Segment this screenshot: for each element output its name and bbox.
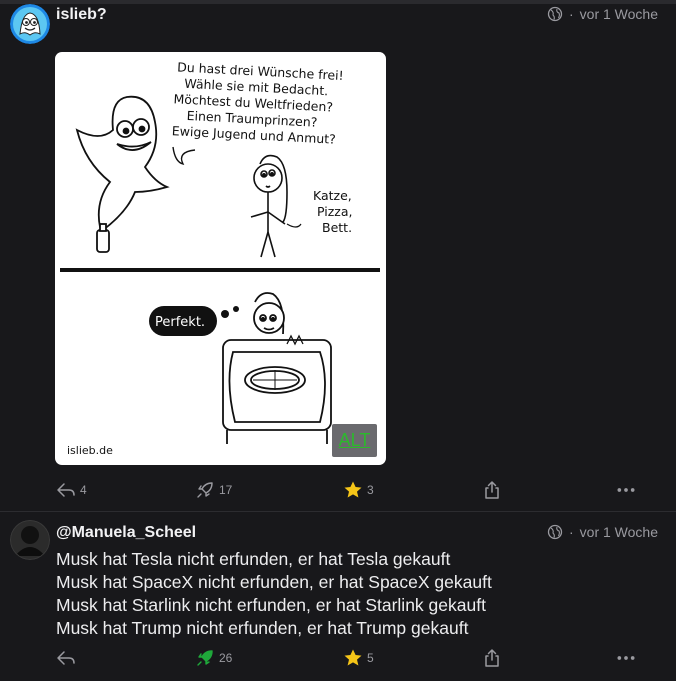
star-icon — [344, 649, 362, 666]
post-text: Musk hat Tesla nicht erfunden, er hat Te… — [56, 548, 656, 640]
avatar[interactable] — [10, 4, 50, 44]
reply-button[interactable] — [56, 645, 80, 671]
author-name[interactable]: @Manuela_Scheel — [56, 524, 196, 542]
favourite-button[interactable]: 3 — [343, 477, 374, 503]
post-meta: · vor 1 Woche — [547, 524, 658, 540]
more-icon — [617, 656, 635, 660]
reply-count: 4 — [80, 483, 87, 497]
post-meta: · vor 1 Woche — [547, 6, 658, 22]
favourite-count: 5 — [367, 651, 374, 665]
meta-separator: · — [568, 6, 574, 22]
reply-button[interactable]: 4 — [56, 477, 87, 503]
more-button[interactable] — [616, 645, 636, 671]
boost-button[interactable]: 17 — [195, 477, 232, 503]
author-name[interactable]: islieb? — [56, 6, 107, 24]
bed-scene — [222, 292, 332, 444]
share-icon — [485, 649, 499, 667]
alt-text-button[interactable]: ALT — [332, 424, 377, 457]
girl-figure — [250, 154, 288, 258]
text-line: Musk hat SpaceX nicht erfunden, er hat S… — [56, 572, 492, 592]
post-actions: 26 5 — [0, 645, 676, 671]
comic-signature: islieb.de — [67, 444, 113, 457]
boost-icon — [197, 482, 213, 498]
star-icon — [344, 481, 362, 498]
post-time[interactable]: vor 1 Woche — [580, 6, 658, 22]
reply-icon — [57, 651, 75, 665]
ghost-figure — [75, 95, 170, 253]
post-manuela-scheel[interactable]: @Manuela_Scheel · vor 1 Woche Musk hat T… — [0, 512, 676, 681]
favourite-button[interactable]: 5 — [343, 645, 374, 671]
globe-icon — [547, 524, 563, 540]
thought-text: Perfekt. — [155, 315, 205, 330]
speech-bubble-fairy: Du hast drei Wünsche frei! Wähle sie mit… — [172, 59, 345, 146]
boost-count: 17 — [219, 483, 233, 497]
text-line: Musk hat Starlink nicht erfunden, er hat… — [56, 595, 486, 615]
share-button[interactable] — [482, 477, 502, 503]
speech-line: Bett. — [322, 220, 352, 235]
more-button[interactable] — [616, 477, 636, 503]
speech-line: Pizza, — [317, 204, 353, 219]
avatar[interactable] — [10, 520, 50, 560]
boost-icon — [197, 650, 213, 666]
text-line: Musk hat Trump nicht erfunden, er hat Tr… — [56, 618, 469, 638]
text-line: Musk hat Tesla nicht erfunden, er hat Te… — [56, 549, 451, 569]
share-icon — [485, 481, 499, 499]
more-icon — [617, 488, 635, 492]
post-islieb[interactable]: islieb? · vor 1 Woche Du hast drei Wünsc… — [0, 0, 676, 512]
reply-icon — [57, 483, 75, 497]
post-actions: 4 17 3 — [0, 477, 676, 503]
boost-button[interactable]: 26 — [195, 645, 232, 671]
speech-line: Katze, — [313, 188, 352, 203]
share-button[interactable] — [482, 645, 502, 671]
panel-divider — [60, 268, 380, 272]
meta-separator: · — [568, 524, 574, 540]
favourite-count: 3 — [367, 483, 374, 497]
post-time[interactable]: vor 1 Woche — [580, 524, 658, 540]
thought-bubble: Perfekt. — [149, 306, 239, 336]
comic-image[interactable]: Du hast drei Wünsche frei! Wähle sie mit… — [55, 52, 386, 465]
globe-icon — [547, 6, 563, 22]
boost-count: 26 — [219, 651, 233, 665]
speech-bubble-girl: Katze, Pizza, Bett. — [313, 188, 353, 235]
